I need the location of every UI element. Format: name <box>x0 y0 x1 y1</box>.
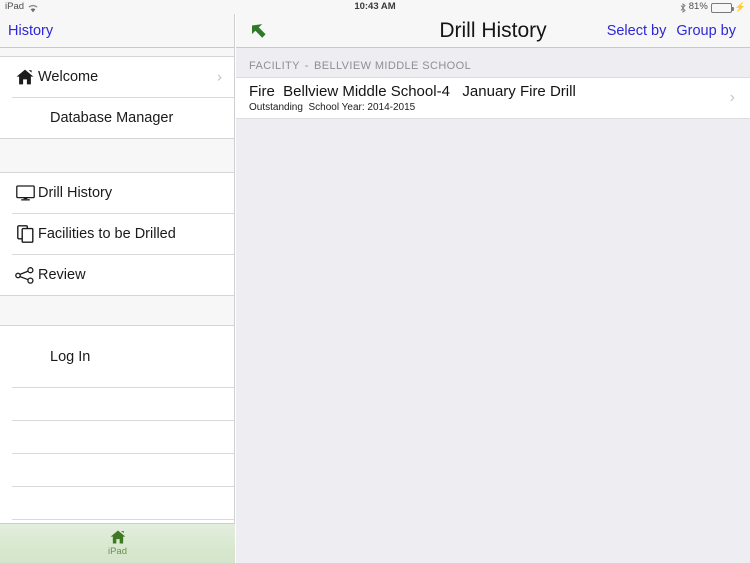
sidebar-item-label: Database Manager <box>50 110 174 126</box>
sidebar-item-database-manager[interactable]: Database Manager <box>0 98 234 138</box>
monitor-icon <box>12 181 38 205</box>
sidebar-section-gap <box>0 295 234 326</box>
sidebar-item-facilities-to-be-drilled[interactable]: Facilities to be Drilled <box>0 214 234 254</box>
sidebar-item-label: Review <box>38 267 86 283</box>
drill-row-title: Fire Bellview Middle School-4 January Fi… <box>249 83 576 100</box>
home-icon <box>12 65 38 89</box>
status-bar: iPad 10:43 AM 81% ⚡ <box>0 0 750 14</box>
sidebar-item-welcome[interactable]: Welcome › <box>0 57 234 97</box>
group-by-button[interactable]: Group by <box>676 23 736 39</box>
sidebar-empty-row <box>0 388 234 420</box>
facility-section-header: FACILITY - BELLVIEW MIDDLE SCHOOL <box>236 48 750 77</box>
sidebar-section-gap <box>0 48 234 57</box>
sidebar-item-label: Facilities to be Drilled <box>38 226 176 242</box>
sidebar-item-log-in[interactable]: Log In <box>0 326 234 387</box>
sidebar-empty-row <box>0 487 234 519</box>
status-bar-time: 10:43 AM <box>354 1 396 12</box>
sidebar-master-pane: History Welcome › Database Manager Drill… <box>0 14 235 563</box>
drill-row-subtitle: Outstanding School Year: 2014-2015 <box>249 102 416 113</box>
sidebar-item-drill-history[interactable]: Drill History <box>0 173 234 213</box>
sidebar-back-button[interactable]: History <box>8 23 53 39</box>
sidebar-empty-row <box>0 421 234 453</box>
home-icon[interactable] <box>110 530 126 544</box>
sidebar-section-gap <box>0 138 234 173</box>
sidebar-item-label: Welcome <box>38 69 99 85</box>
chevron-right-icon: › <box>729 89 735 106</box>
sidebar-bottom-toolbar[interactable]: iPad <box>0 523 235 563</box>
detail-pane: Drill History Select by Group by FACILIT… <box>236 14 750 563</box>
detail-nav-bar: Drill History Select by Group by <box>236 14 750 48</box>
battery-percent-label: 81% <box>688 1 708 12</box>
table-row[interactable]: Fire Bellview Middle School-4 January Fi… <box>236 77 750 119</box>
sidebar-scroll-area[interactable]: Welcome › Database Manager Drill History… <box>0 48 234 562</box>
battery-icon <box>710 3 734 13</box>
sidebar-item-review[interactable]: Review <box>0 255 234 295</box>
status-bar-right: 81% ⚡ <box>680 0 746 14</box>
sidebar-nav-bar: History <box>0 14 234 48</box>
sidebar-item-label: Log In <box>50 348 91 365</box>
sidebar-item-label: Drill History <box>38 185 113 201</box>
detail-body: FACILITY - BELLVIEW MIDDLE SCHOOL Fire B… <box>236 48 750 563</box>
nav-bar-actions: Select by Group by <box>607 23 736 39</box>
bluetooth-icon <box>680 3 686 13</box>
share-network-icon <box>12 263 38 287</box>
sidebar-empty-row <box>0 454 234 486</box>
facility-header-prefix: FACILITY <box>249 60 300 72</box>
chevron-right-icon: › <box>217 68 222 86</box>
facility-header-name: BELLVIEW MIDDLE SCHOOL <box>313 60 472 72</box>
ipad-app-screen: iPad 10:43 AM 81% ⚡ History Welcome › Da… <box>0 0 750 563</box>
copy-icon <box>12 222 38 246</box>
charging-bolt-icon: ⚡ <box>734 2 746 12</box>
facility-header-separator: - <box>304 60 309 72</box>
select-by-button[interactable]: Select by <box>607 23 667 39</box>
toolbar-label: iPad <box>107 546 127 557</box>
